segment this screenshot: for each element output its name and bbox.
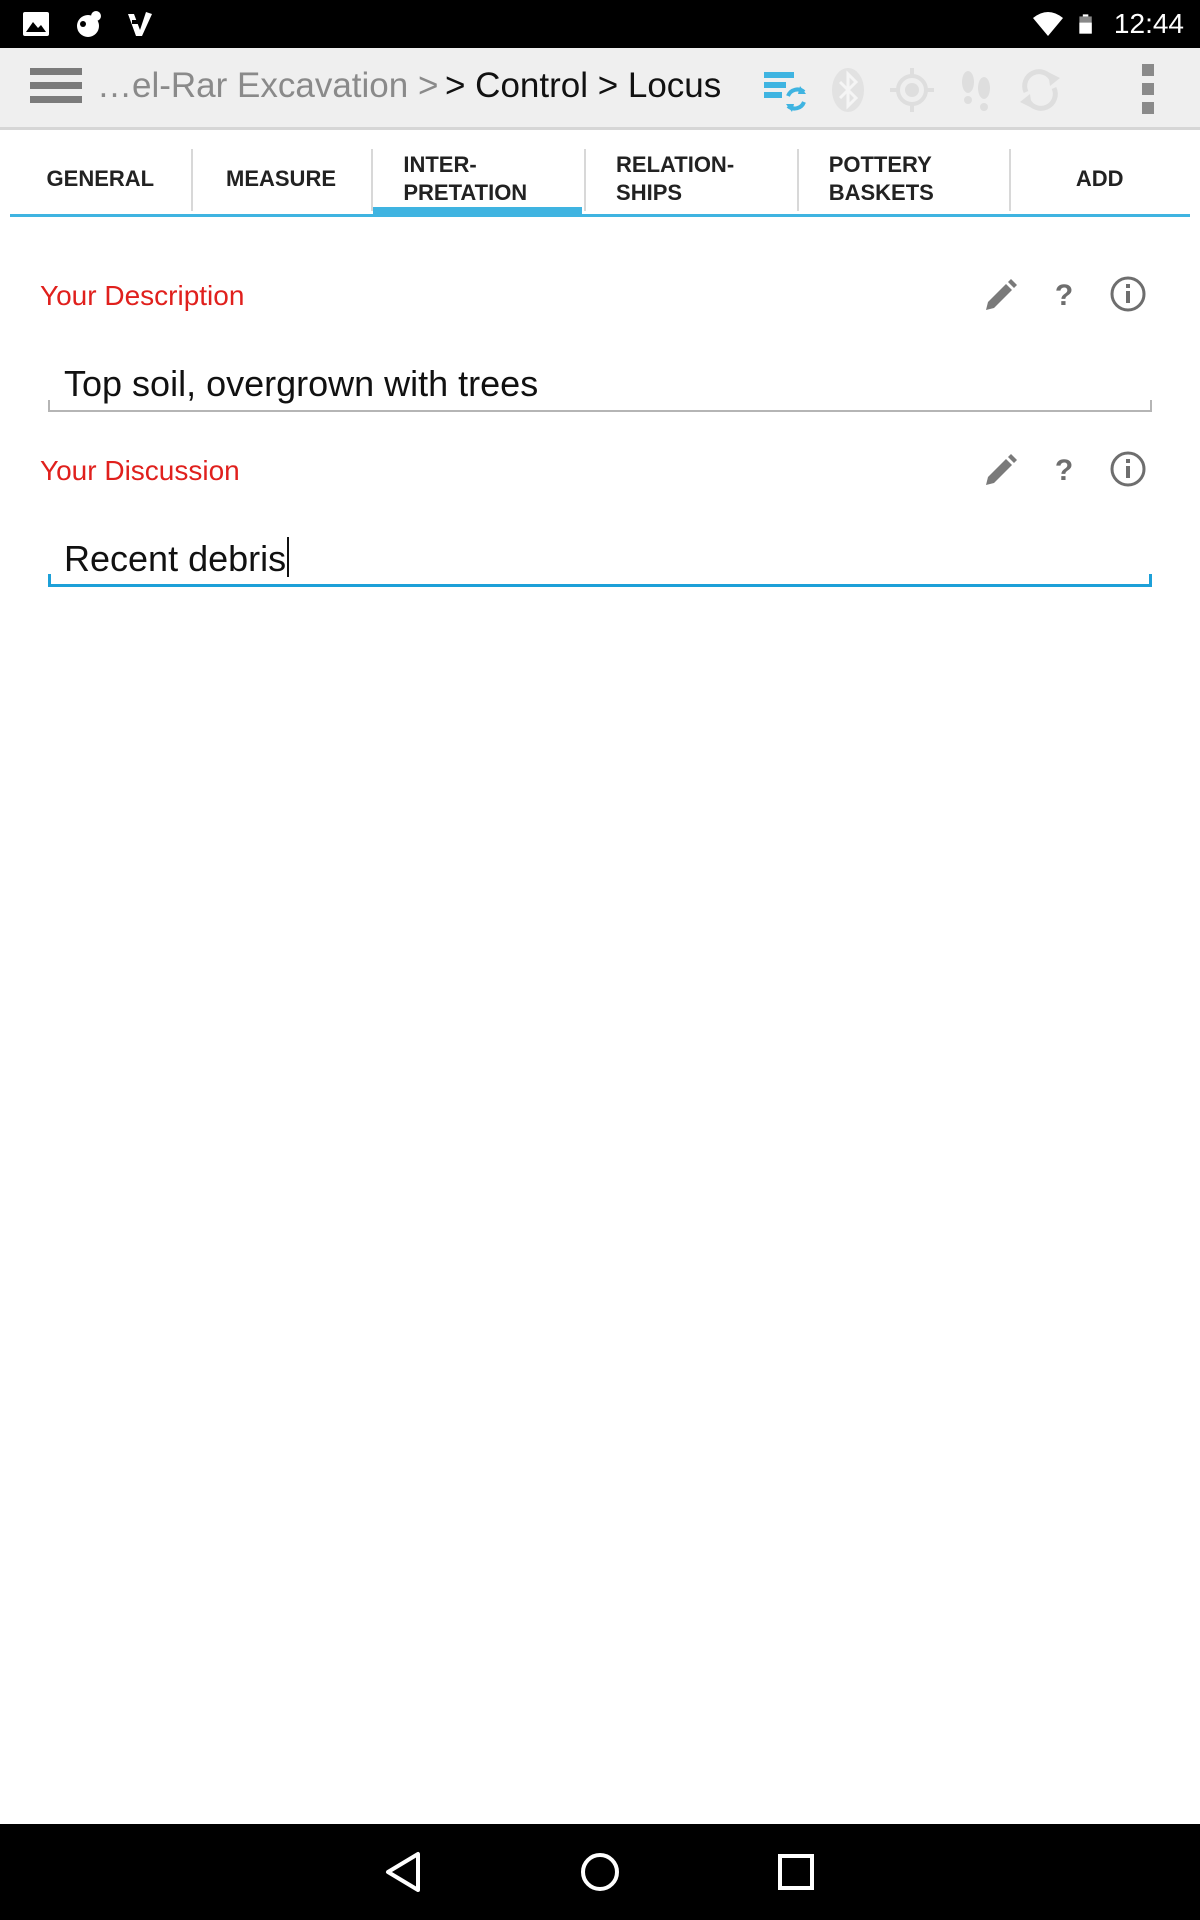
- tab-label: ADD: [1075, 165, 1124, 191]
- help-icon[interactable]: ?: [1044, 449, 1084, 489]
- tab-relationships[interactable]: RELATION- SHIPS: [584, 143, 797, 214]
- footsteps-icon[interactable]: [952, 66, 1000, 114]
- text-cursor: [287, 537, 290, 577]
- description-value: Top soil, overgrown with trees: [64, 363, 539, 404]
- discussion-label: Your Discussion: [40, 455, 240, 486]
- description-label: Your Description: [40, 280, 245, 311]
- gps-icon[interactable]: [888, 66, 936, 114]
- discussion-input[interactable]: Recent debris: [48, 531, 1152, 587]
- back-icon[interactable]: [378, 1846, 430, 1898]
- tab-label: POTTERY BASKETS: [828, 151, 934, 205]
- description-input[interactable]: Top soil, overgrown with trees: [48, 356, 1152, 412]
- discussion-value: Recent debris: [64, 538, 287, 579]
- menu-icon-line: [30, 82, 82, 89]
- tab-general[interactable]: GENERAL: [10, 143, 191, 214]
- overflow-menu-button[interactable]: [1142, 64, 1156, 118]
- image-notification-icon: [23, 12, 49, 36]
- drawer-menu-button[interactable]: [30, 68, 82, 110]
- tab-measure[interactable]: MEASURE: [190, 143, 372, 214]
- info-icon[interactable]: [1108, 274, 1148, 314]
- sync-icon[interactable]: [760, 66, 808, 114]
- pencil-icon[interactable]: [980, 449, 1020, 489]
- tab-label: GENERAL: [46, 165, 155, 191]
- cloud-notification-icon: [77, 11, 101, 37]
- recents-icon[interactable]: [770, 1846, 822, 1898]
- pencil-icon[interactable]: [980, 274, 1020, 314]
- status-bar: 12:44: [0, 0, 1200, 48]
- help-icon[interactable]: ?: [1044, 274, 1084, 314]
- tab-bar: GENERAL MEASURE INTER- PRETATION RELATIO…: [10, 143, 1190, 217]
- info-icon[interactable]: [1108, 449, 1148, 489]
- home-icon[interactable]: [574, 1846, 626, 1898]
- breadcrumb-parent[interactable]: …el-Rar Excavation >: [97, 66, 438, 106]
- svg-text:?: ?: [1055, 454, 1073, 487]
- svg-text:?: ?: [1055, 279, 1073, 312]
- overflow-dot: [1142, 64, 1154, 76]
- tab-interpretation[interactable]: INTER- PRETATION: [371, 143, 584, 217]
- navigation-bar: [0, 1824, 1200, 1920]
- tab-label: MEASURE: [226, 165, 337, 191]
- overflow-dot: [1142, 83, 1154, 95]
- notification-icons: [20, 8, 156, 40]
- overflow-dot: [1142, 102, 1154, 114]
- clock: 12:44: [1113, 8, 1184, 39]
- action-bar: …el-Rar Excavation > > Control > Locus: [0, 48, 1200, 130]
- wifi-icon: [1032, 12, 1063, 36]
- tab-label: RELATION- SHIPS: [616, 151, 735, 205]
- menu-icon-line: [30, 68, 82, 75]
- tab-label: INTER- PRETATION: [403, 151, 528, 205]
- tab-add[interactable]: ADD: [1009, 143, 1190, 214]
- bluetooth-icon[interactable]: [824, 66, 872, 114]
- tasks-notification-icon: [128, 12, 152, 36]
- tab-pottery-baskets[interactable]: POTTERY BASKETS: [796, 143, 1010, 214]
- battery-icon: [1079, 14, 1092, 34]
- refresh-icon[interactable]: [1016, 66, 1064, 114]
- breadcrumb-current: > Control > Locus: [445, 66, 722, 105]
- system-icons: 12:44: [1032, 0, 1184, 48]
- menu-icon-line: [30, 96, 82, 103]
